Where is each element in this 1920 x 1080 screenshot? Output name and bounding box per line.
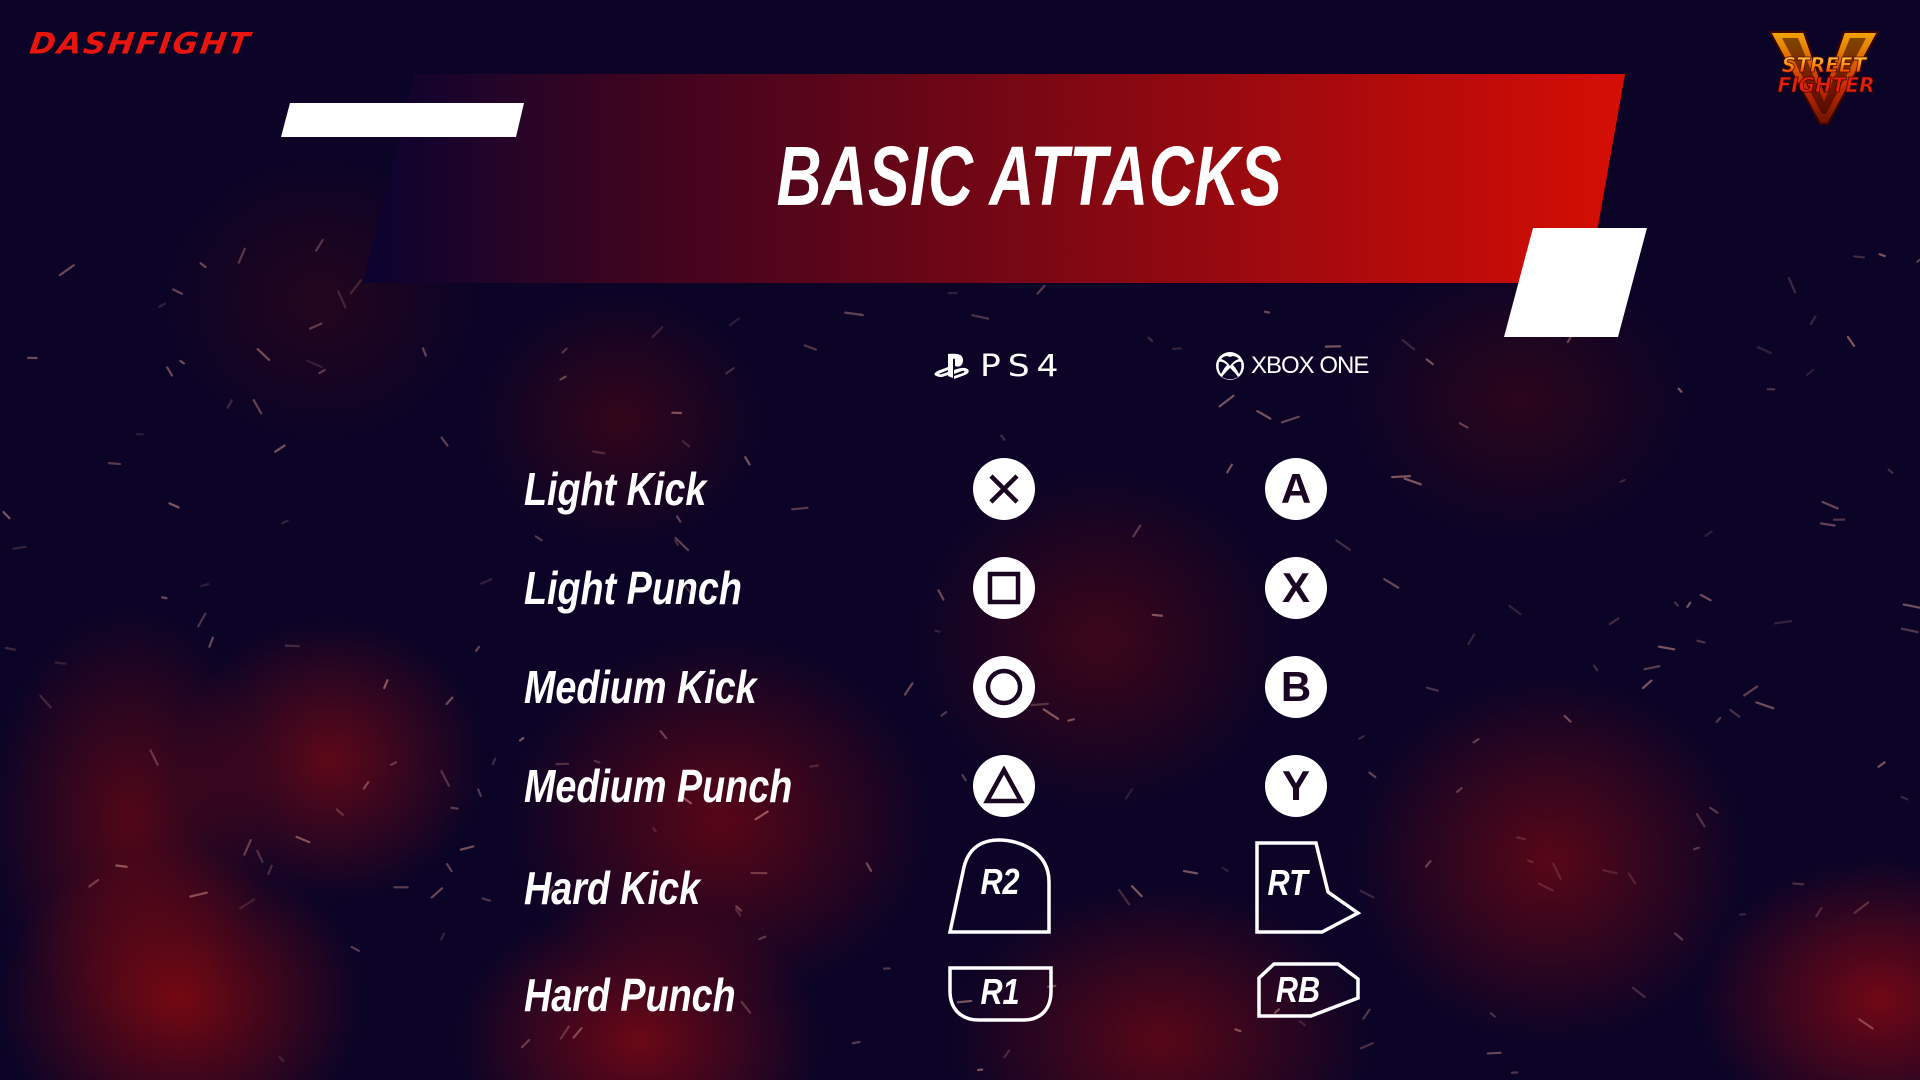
spark xyxy=(1458,422,1469,429)
spark xyxy=(1358,735,1365,740)
spark xyxy=(534,535,543,542)
spark xyxy=(1147,336,1154,343)
spark xyxy=(1360,1042,1374,1050)
spark xyxy=(559,375,567,381)
spark xyxy=(851,1040,861,1045)
spark xyxy=(306,359,323,369)
spark xyxy=(308,322,323,330)
spark xyxy=(1696,639,1706,644)
move-row-hard-punch: Hard Punch R1 RB xyxy=(0,955,1920,1035)
spark xyxy=(226,399,233,409)
spark xyxy=(1805,368,1815,377)
spark xyxy=(1000,434,1006,441)
xbox-column-header: XBOX ONE xyxy=(1215,350,1369,382)
spark xyxy=(1425,358,1434,366)
spark xyxy=(166,366,174,377)
spark xyxy=(1256,410,1272,420)
spark xyxy=(1809,315,1817,326)
a-button-icon: A xyxy=(1265,458,1327,520)
spark xyxy=(421,347,427,357)
b-button-icon: B xyxy=(1265,656,1327,718)
circle-button-icon xyxy=(973,656,1035,718)
rb-bumper-icon: RB xyxy=(1256,961,1362,1021)
spark xyxy=(1704,530,1713,538)
move-row-light-punch: Light Punch X xyxy=(0,548,1920,628)
spark xyxy=(561,347,568,354)
dashfight-logo: DASHFIGHT xyxy=(27,26,254,62)
spark xyxy=(934,629,941,633)
move-row-medium-punch: Medium Punch Y xyxy=(0,746,1920,826)
spark xyxy=(1677,387,1683,393)
spark xyxy=(237,247,246,264)
move-label: Medium Punch xyxy=(524,760,793,812)
spark xyxy=(1486,1051,1502,1055)
xbox-icon xyxy=(1216,352,1244,380)
r1-bumper-icon: R1 xyxy=(947,965,1055,1025)
rt-trigger-icon: RT xyxy=(1254,840,1362,936)
y-button-icon: Y xyxy=(1265,755,1327,817)
spark xyxy=(1401,338,1416,351)
spark xyxy=(199,262,207,269)
spark xyxy=(179,359,185,365)
spark xyxy=(659,730,668,740)
spark xyxy=(58,264,75,277)
spark xyxy=(440,436,449,447)
x-button-icon: X xyxy=(1265,557,1327,619)
page-title: BASIC ATTACKS xyxy=(776,129,1283,223)
spark xyxy=(520,1038,531,1049)
spark xyxy=(728,317,741,327)
spark xyxy=(337,290,347,309)
spark xyxy=(278,1056,285,1062)
spark xyxy=(1787,276,1797,294)
ps4-column-header: PS4 xyxy=(934,349,1058,384)
move-label: Light Punch xyxy=(524,562,742,614)
spark xyxy=(725,367,735,375)
spark xyxy=(349,279,363,295)
move-row-medium-kick: Medium Kick B xyxy=(0,647,1920,727)
spark xyxy=(651,326,664,339)
spark xyxy=(172,288,184,295)
spark xyxy=(844,311,864,317)
spark xyxy=(1263,310,1271,314)
spark xyxy=(350,945,360,952)
spark xyxy=(681,440,691,448)
spark xyxy=(1472,738,1480,744)
move-label: Hard Punch xyxy=(524,969,736,1021)
move-label: Medium Kick xyxy=(524,661,757,713)
spark xyxy=(256,348,271,362)
spark xyxy=(158,302,167,308)
xbox-label: XBOX ONE xyxy=(1251,352,1369,379)
playstation-icon xyxy=(934,353,969,379)
move-row-light-kick: Light Kick A xyxy=(0,449,1920,529)
spark xyxy=(1003,1049,1011,1059)
spark xyxy=(803,344,818,351)
spark xyxy=(318,368,326,375)
move-label: Hard Kick xyxy=(524,862,701,914)
ps4-label: PS4 xyxy=(980,348,1066,384)
spark xyxy=(1853,255,1865,259)
sf-logo-fighter: FIGHTER xyxy=(1778,73,1875,97)
spark xyxy=(252,399,263,415)
spark xyxy=(1467,633,1476,646)
spark xyxy=(1280,415,1300,424)
spark xyxy=(1036,284,1046,295)
spark xyxy=(1218,394,1235,408)
triangle-button-icon xyxy=(973,755,1035,817)
move-row-hard-kick: Hard Kick R2 RT xyxy=(0,830,1920,940)
move-label: Light Kick xyxy=(524,463,707,515)
spark xyxy=(1878,253,1886,258)
square-button-icon xyxy=(973,557,1035,619)
spark xyxy=(1757,346,1772,355)
spark xyxy=(1846,335,1856,347)
spark xyxy=(518,736,525,742)
street-fighter-v-logo: STREET FIGHTER xyxy=(1768,31,1880,125)
r2-trigger-icon: R2 xyxy=(947,837,1053,935)
spark xyxy=(971,314,990,320)
spark xyxy=(314,238,324,252)
spark xyxy=(1900,627,1919,634)
spark xyxy=(208,636,215,648)
cross-button-icon xyxy=(973,458,1035,520)
